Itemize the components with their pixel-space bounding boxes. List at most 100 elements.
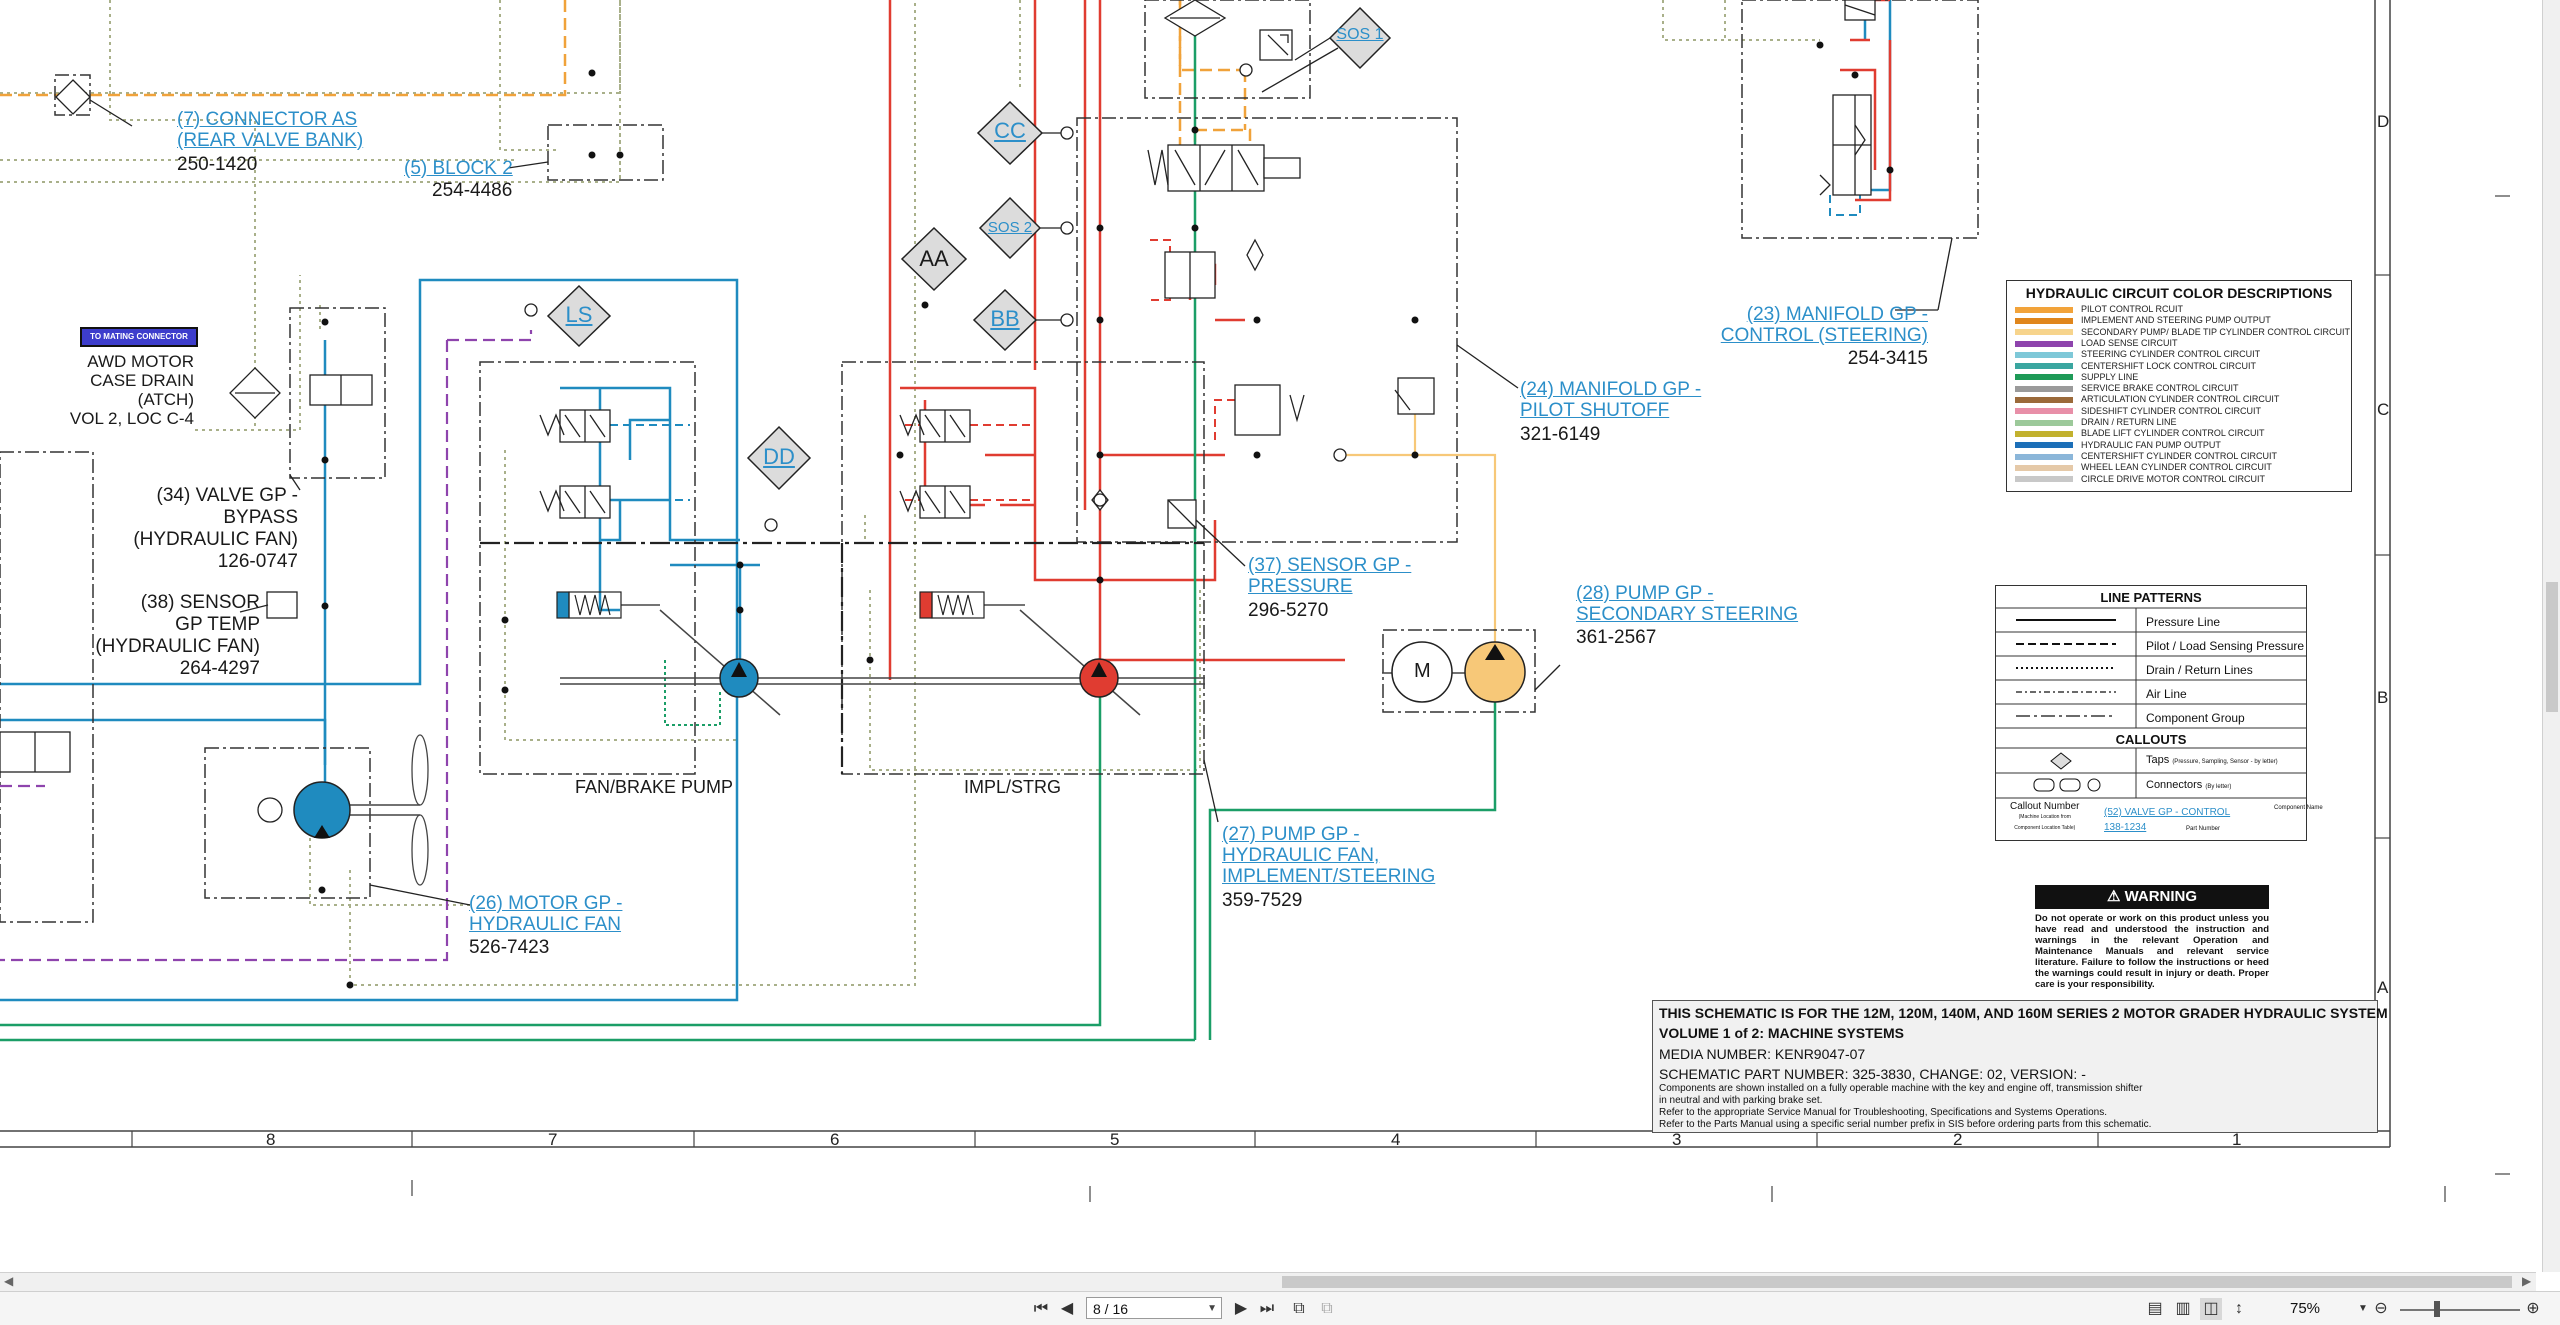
fit-page-icon[interactable]: ↕ (2228, 1298, 2250, 1320)
color-legend-row: CENTERSHIFT LOCK CONTROL CIRCUIT (2015, 360, 2257, 371)
color-swatch (2015, 351, 2073, 358)
vertical-scrollbar[interactable] (2542, 0, 2560, 1272)
pump-27-name[interactable]: (27) PUMP GP - HYDRAULIC FAN, IMPLEMENT/ST… (1222, 824, 1435, 887)
zoom-slider[interactable] (2400, 1309, 2520, 1311)
grid-col-5: 5 (1110, 1130, 1120, 1149)
continuous-view-icon[interactable]: ▥ (2172, 1298, 2194, 1320)
title-line-4: SCHEMATIC PART NUMBER: 325-3830, CHANGE:… (1659, 1066, 2086, 1082)
color-legend-row: SERVICE BRAKE CONTROL CIRCUIT (2015, 384, 2239, 393)
color-legend-label: SUPPLY LINE (2081, 371, 2139, 382)
color-legend-label: CENTERSHIFT CYLINDER CONTROL CIRCUIT (2081, 450, 2278, 461)
manifold-23-part: 254-3415 (1847, 348, 1928, 369)
pump-28-name[interactable]: (28) PUMP GP - SECONDARY STEERING (1576, 583, 1798, 625)
vertical-scroll-thumb[interactable] (2546, 582, 2558, 712)
color-legend-label: PILOT CONTROL RCUIT (2081, 304, 2184, 314)
color-legend-row: BLADE LIFT CYLINDER CONTROL CIRCUIT (2015, 429, 2265, 438)
last-page-icon[interactable]: ⏭ (1256, 1298, 1278, 1320)
color-legend-row: HYDRAULIC FAN PUMP OUTPUT (2015, 440, 2221, 450)
sensor-37-part: 296-5270 (1248, 600, 1329, 621)
horizontal-scrollbar[interactable]: ◀ ▶ (0, 1272, 2536, 1291)
connector-7-part: 250-1420 (177, 154, 258, 175)
callout-dd[interactable]: DD (745, 444, 813, 470)
previous-page-icon[interactable]: ◀ (1056, 1298, 1078, 1320)
motor-m-label: M (1414, 660, 1431, 682)
grid-col-1: 1 (2232, 1130, 2242, 1149)
color-legend-row: SIDESHIFT CYLINDER CONTROL CIRCUIT (2015, 405, 2262, 416)
color-legend-label: IMPLEMENT AND STEERING PUMP OUTPUT (2081, 315, 2271, 326)
color-legend-row: CENTERSHIFT CYLINDER CONTROL CIRCUIT (2015, 450, 2278, 461)
color-legend-label: DRAIN / RETURN LINE (2081, 417, 2177, 427)
color-legend-label: SIDESHIFT CYLINDER CONTROL CIRCUIT (2081, 405, 2262, 416)
grid-col-2: 2 (1953, 1130, 1963, 1149)
scroll-left-icon[interactable]: ◀ (4, 1274, 13, 1288)
color-swatch (2015, 363, 2073, 370)
color-swatch (2015, 408, 2073, 415)
color-swatch (2015, 317, 2073, 324)
pattern-pressure-line: Pressure Line (2146, 615, 2221, 629)
callout-cc[interactable]: CC (976, 118, 1044, 144)
motor-26-name[interactable]: (26) MOTOR GP - HYDRAULIC FAN (469, 893, 622, 935)
color-swatch (2015, 340, 2073, 347)
callout-ls[interactable]: LS (545, 302, 613, 328)
color-legend-label: BLADE LIFT CYLINDER CONTROL CIRCUIT (2081, 428, 2265, 439)
color-legend-row: SUPPLY LINE (2015, 371, 2139, 382)
grid-col-8: 8 (266, 1130, 276, 1149)
color-legend-row: STEERING CYLINDER CONTROL CIRCUIT (2015, 350, 2260, 359)
block-5-name[interactable]: (5) BLOCK 2 (404, 158, 513, 179)
grid-col-6: 6 (830, 1130, 840, 1149)
color-swatch (2015, 453, 2073, 460)
two-page-view-icon[interactable]: ◫ (2200, 1298, 2222, 1320)
color-swatch (2015, 385, 2073, 392)
horizontal-scroll-thumb[interactable] (1282, 1276, 2512, 1288)
grid-row-d: D (2377, 112, 2390, 131)
color-legend-row: DRAIN / RETURN LINE (2015, 418, 2177, 427)
scroll-right-icon[interactable]: ▶ (2522, 1274, 2531, 1288)
page-number-field[interactable]: 8 / 16 ▼ (1086, 1297, 1222, 1319)
document-viewport[interactable]: (7) CONNECTOR AS (REAR VALVE BANK) 250-14… (0, 0, 2560, 1272)
copy-page-icon[interactable]: ⧉ (1288, 1298, 1310, 1320)
callouts-connectors: Connectors (By letter) (2146, 779, 2232, 791)
color-swatch (2015, 464, 2073, 471)
motor-26-part: 526-7423 (469, 937, 550, 958)
color-legend-row: WHEEL LEAN CYLINDER CONTROL CIRCUIT (2015, 463, 2272, 472)
example-callout-link[interactable]: (52) VALVE GP - CONTROL (2104, 807, 2230, 818)
callout-sos2[interactable]: SOS 2 (976, 219, 1044, 236)
zoom-in-icon[interactable]: ⊕ (2522, 1298, 2544, 1320)
zoom-out-icon[interactable]: ⊖ (2370, 1298, 2392, 1320)
first-page-icon[interactable]: ⏮ (1030, 1298, 1052, 1320)
color-swatch (2015, 476, 2073, 483)
title-line-5: Components are shown installed on a full… (1659, 1083, 2143, 1094)
page-dropdown-icon[interactable]: ▼ (1207, 1298, 1217, 1320)
next-page-icon[interactable]: ▶ (1230, 1298, 1252, 1320)
zoom-slider-handle[interactable] (2434, 1301, 2440, 1317)
zoom-level[interactable]: 75% (2290, 1298, 2320, 1320)
warning-box: ⚠ WARNING Do not operate or work on this… (2035, 885, 2269, 990)
component-name-note: Component Name (2274, 805, 2323, 811)
callouts-taps: Taps (Pressure, Sampling, Sensor - by le… (2146, 754, 2278, 766)
color-legend-label: CENTERSHIFT LOCK CONTROL CIRCUIT (2081, 360, 2257, 371)
sensor-38-label: (38) SENSOR GP TEMP (HYDRAULIC FAN) 264-429… (95, 592, 260, 679)
connector-7-name[interactable]: (7) CONNECTOR AS (REAR VALVE BANK) (177, 109, 363, 151)
mating-connector-badge: TO MATING CONNECTOR (80, 327, 198, 347)
callout-sos1[interactable]: SOS 1 (1326, 26, 1394, 44)
paste-page-icon[interactable]: ⧉ (1316, 1298, 1338, 1320)
sensor-37-name[interactable]: (37) SENSOR GP - PRESSURE (1248, 555, 1411, 597)
manifold-23-name[interactable]: (23) MANIFOLD GP - CONTROL (STEERING) (1700, 304, 1928, 346)
grid-row-a: A (2377, 978, 2389, 997)
color-legend-row: IMPLEMENT AND STEERING PUMP OUTPUT (2015, 316, 2271, 325)
color-legend-title: HYDRAULIC CIRCUIT COLOR DESCRIPTIONS (2025, 285, 2333, 301)
color-legend-row: PILOT CONTROL RCUIT (2015, 305, 2183, 314)
grid-row-c: C (2377, 400, 2390, 419)
example-part-link[interactable]: 138-1234 (2104, 822, 2146, 833)
pattern-component-group: Component Group (2146, 711, 2245, 725)
manifold-24-name[interactable]: (24) MANIFOLD GP - PILOT SHUTOFF (1520, 379, 1701, 421)
single-page-view-icon[interactable]: ▤ (2144, 1298, 2166, 1320)
title-line-3: MEDIA NUMBER: KENR9047-07 (1659, 1046, 1866, 1062)
color-legend-label: ARTICULATION CYLINDER CONTROL CIRCUIT (2081, 394, 2280, 405)
awd-motor-label: AWD MOTOR CASE DRAIN (ATCH) VOL 2, LOC C-4 (69, 352, 194, 428)
callout-bb[interactable]: BB (971, 306, 1039, 332)
block-5-part: 254-4486 (432, 180, 513, 201)
title-line-6: in neutral and with parking brake set. (1659, 1095, 1823, 1106)
viewer-toolbar: ⏮ ◀ 8 / 16 ▼ ▶ ⏭ ⧉ ⧉ ▤ ▥ ◫ ↕ 75% ▼ ⊖ ⊕ (0, 1291, 2560, 1325)
color-legend-row: CIRCLE DRIVE MOTOR CONTROL CIRCUIT (2015, 474, 2265, 484)
